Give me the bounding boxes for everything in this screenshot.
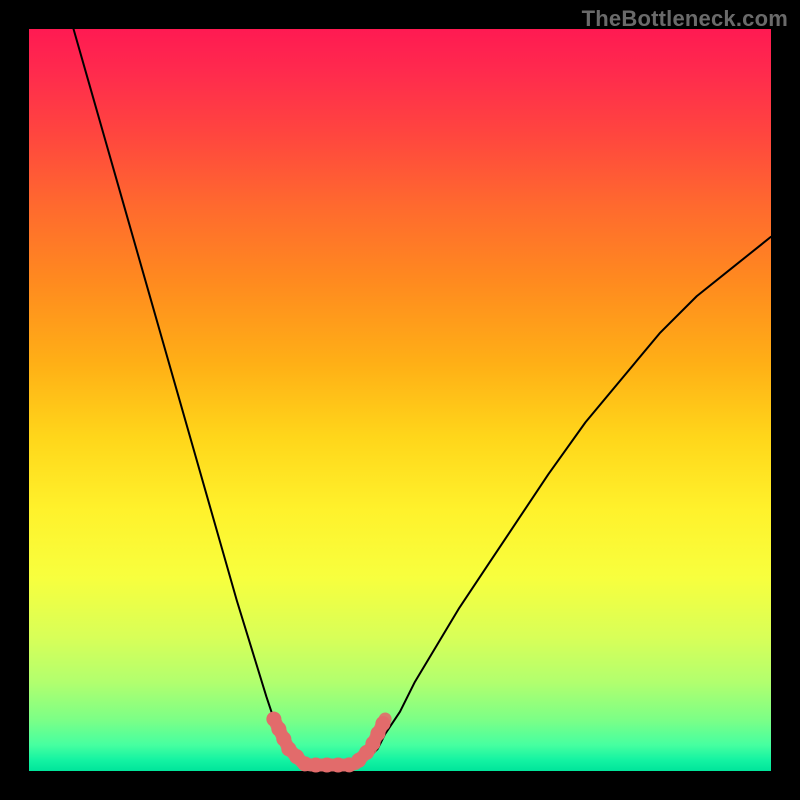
series-valley-highlight: [274, 719, 385, 765]
chart-svg: [29, 29, 771, 771]
watermark-text: TheBottleneck.com: [582, 6, 788, 32]
series-left-curve: [74, 29, 297, 756]
series-right-curve: [370, 237, 771, 756]
chart-frame: TheBottleneck.com: [0, 0, 800, 800]
plot-lines: [74, 29, 771, 765]
